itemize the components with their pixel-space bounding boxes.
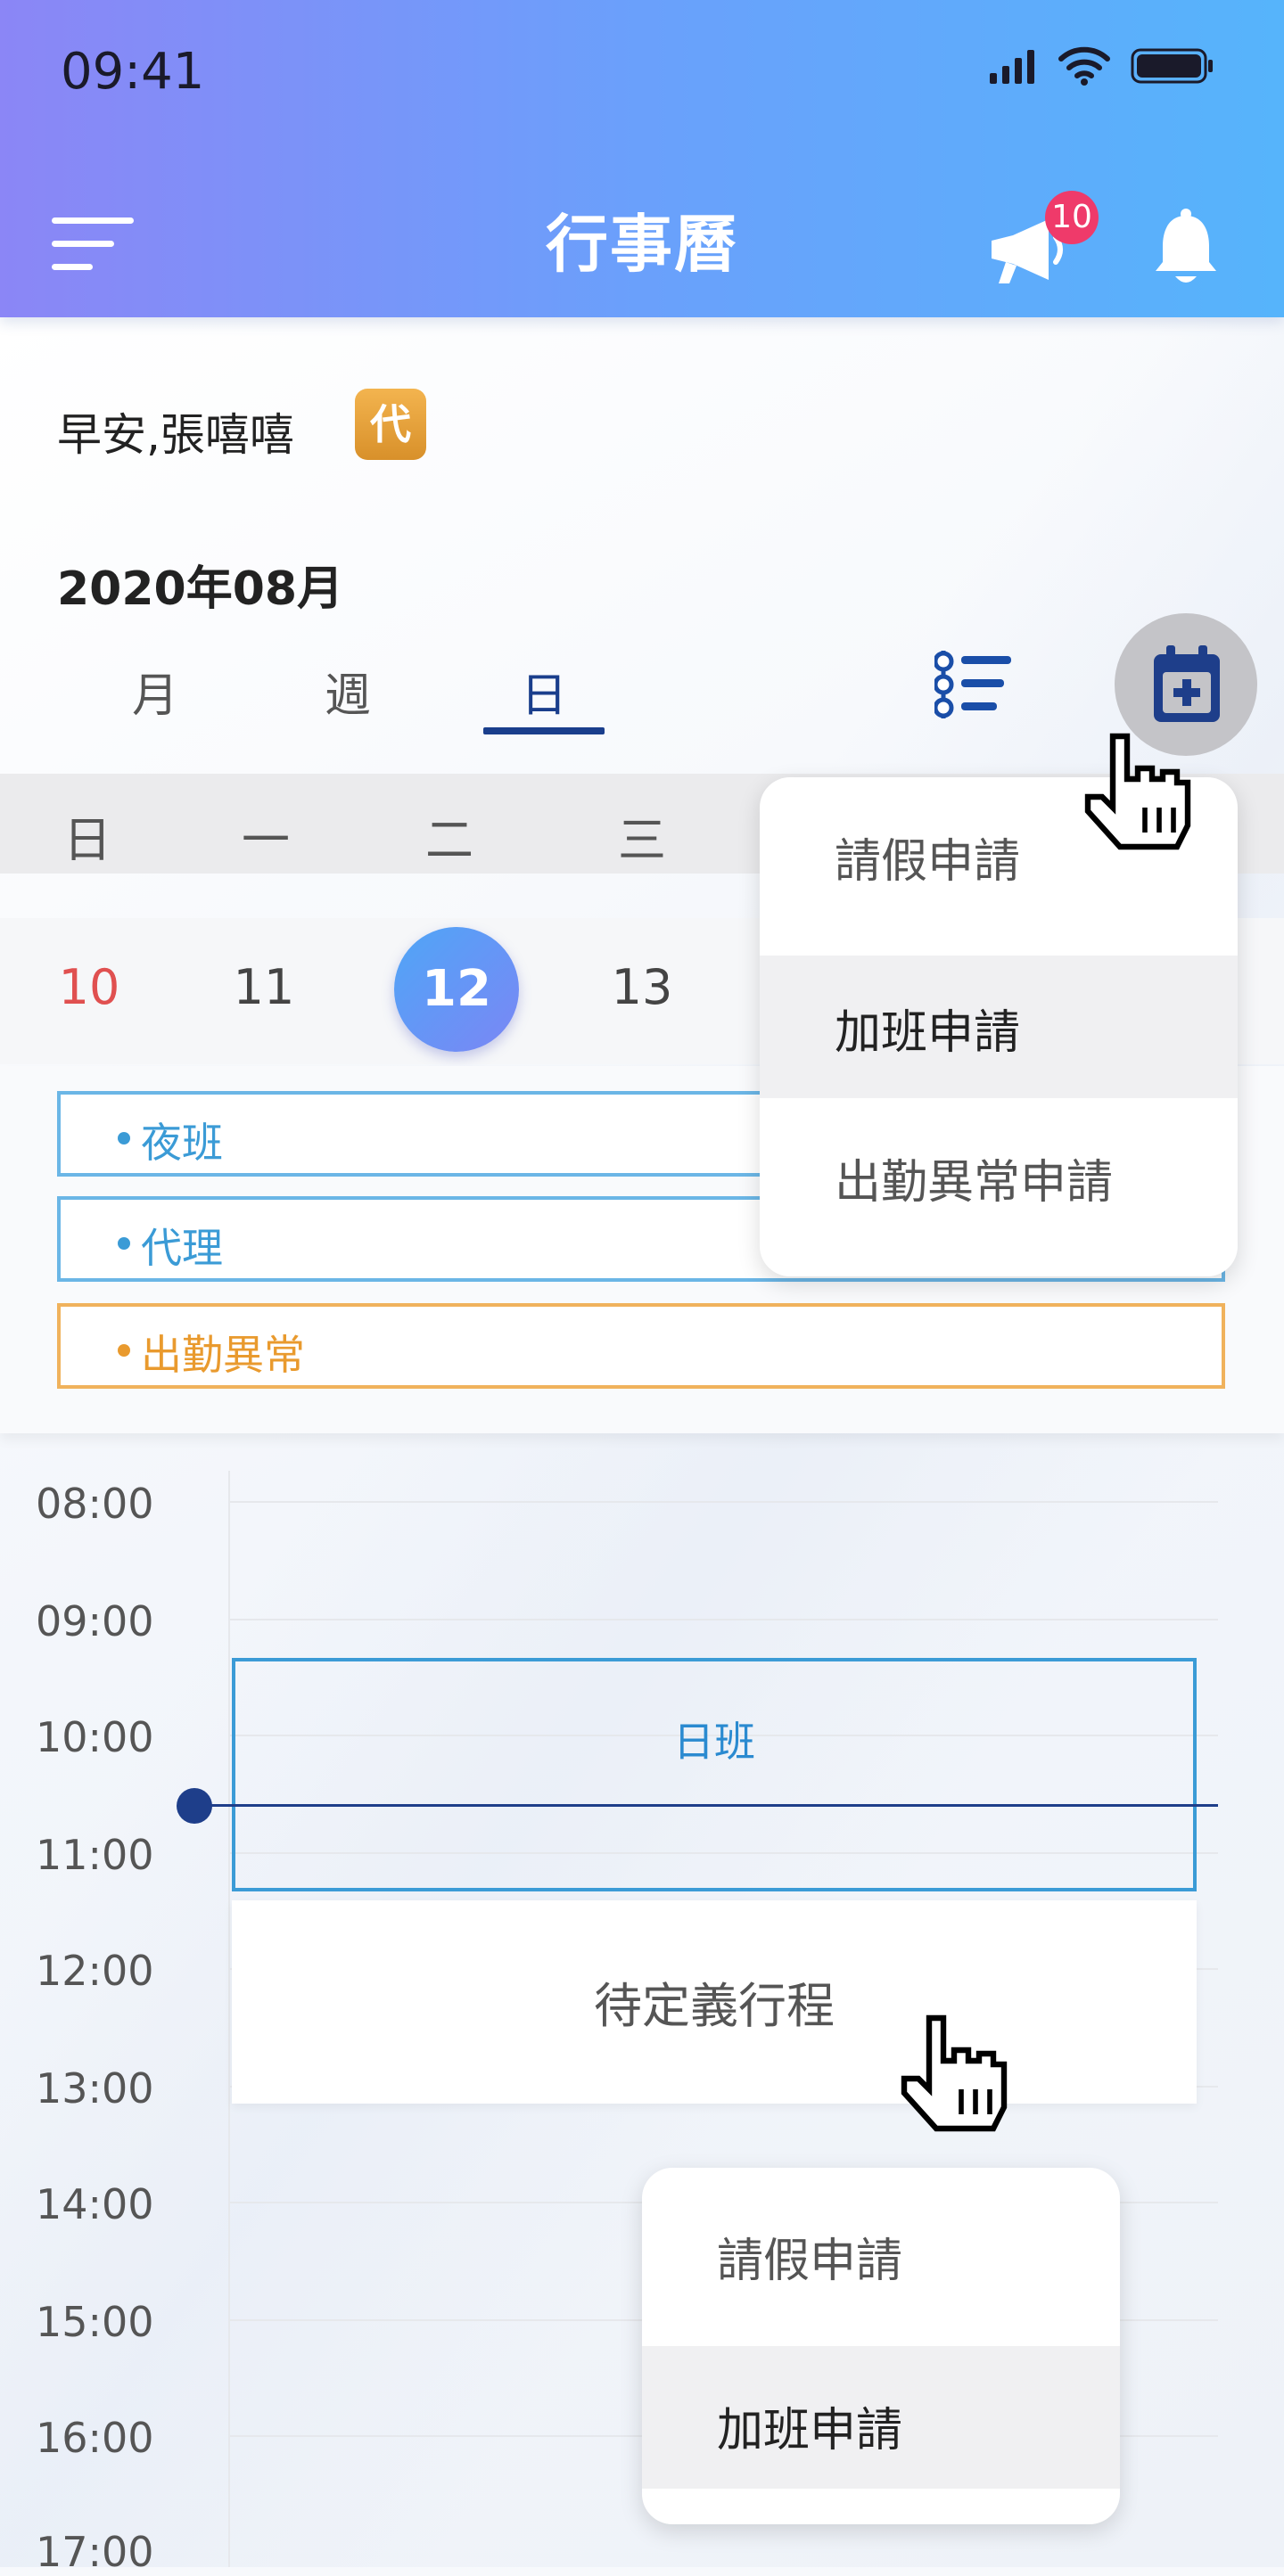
hour-label: 12:00 (36, 1947, 154, 1995)
pending-label: 待定義行程 (594, 1978, 835, 2034)
menu-item-label: 請假申請 (835, 835, 1021, 889)
weekday-label: 一 (242, 812, 290, 868)
application-dropdown-top: 請假申請 加班申請 出勤異常申請 (760, 777, 1238, 1276)
menu-item-label: 請假申請 (717, 2235, 903, 2288)
menu-item-attendance-exception[interactable]: 出勤異常申請 (760, 1098, 1238, 1241)
status-icons (988, 46, 1214, 86)
application-dropdown-bottom: 請假申請 加班申請 (642, 2168, 1120, 2524)
hour-label: 09:00 (36, 1597, 154, 1645)
hour-gridline (228, 1501, 1218, 1503)
menu-item-label: 出勤異常申請 (835, 1156, 1114, 1210)
date-cell[interactable]: 11 (210, 959, 317, 1015)
hour-label: 13:00 (36, 2064, 154, 2112)
menu-item-overtime-request[interactable]: 加班申請 (760, 956, 1238, 1098)
event-dot (118, 1132, 130, 1144)
hour-label: 08:00 (36, 1480, 154, 1528)
menu-item-label: 加班申請 (835, 1006, 1021, 1060)
menu-item-label: 加班申請 (717, 2404, 903, 2457)
menu-item-overtime-request[interactable]: 加班申請 (642, 2346, 1120, 2489)
event-item[interactable]: 出勤異常 (57, 1303, 1225, 1389)
timeline-axis (228, 1471, 230, 2567)
shift-label: 日班 (673, 1718, 755, 1766)
current-time-line (194, 1804, 1218, 1807)
announcement-count-badge: 10 (1045, 191, 1099, 244)
hour-label: 15:00 (36, 2298, 154, 2346)
signal-icon (990, 50, 1034, 84)
bell-icon[interactable] (1152, 207, 1220, 287)
active-tab-indicator (483, 727, 605, 734)
weekday-label: 日 (63, 812, 111, 868)
hour-label: 14:00 (36, 2180, 154, 2228)
filter-list-icon[interactable] (934, 644, 1015, 726)
pending-schedule-block[interactable]: 待定義行程 (232, 1900, 1197, 2104)
agent-badge: 代 (355, 389, 426, 460)
event-dot (118, 1344, 130, 1357)
hand-cursor-icon (1084, 733, 1191, 850)
weekday-label: 二 (425, 812, 473, 868)
hour-gridline (228, 1619, 1218, 1620)
tab-day[interactable]: 日 (521, 658, 567, 725)
date-cell[interactable]: 13 (588, 959, 696, 1015)
greeting-text: 早安,張嘻嘻 (57, 409, 294, 461)
hand-cursor-icon (901, 2014, 1008, 2132)
wifi-icon (1058, 46, 1110, 86)
battery-icon (1131, 48, 1213, 84)
shift-block[interactable]: 日班 (232, 1658, 1197, 1891)
hour-label: 17:00 (36, 2528, 154, 2576)
hour-label: 10:00 (36, 1713, 154, 1761)
event-dot (118, 1237, 130, 1250)
event-label: 夜班 (141, 1119, 223, 1167)
tab-month[interactable]: 月 (132, 658, 178, 725)
event-label: 出勤異常 (141, 1331, 305, 1379)
app-header: 09:41 行事曆 10 (0, 0, 1284, 317)
tab-week[interactable]: 週 (325, 658, 371, 725)
hour-label: 11:00 (36, 1831, 154, 1879)
current-time-dot (177, 1788, 212, 1824)
hour-label: 16:00 (36, 2414, 154, 2462)
menu-item-leave-request[interactable]: 請假申請 (642, 2168, 1120, 2310)
status-time: 09:41 (61, 43, 205, 101)
event-label: 代理 (141, 1224, 223, 1272)
date-cell[interactable]: 10 (36, 959, 143, 1015)
calendar-add-icon (1154, 645, 1220, 722)
selected-date[interactable]: 12 (394, 927, 519, 1052)
weekday-label: 三 (618, 812, 666, 868)
month-label: 2020年08月 (57, 562, 344, 616)
